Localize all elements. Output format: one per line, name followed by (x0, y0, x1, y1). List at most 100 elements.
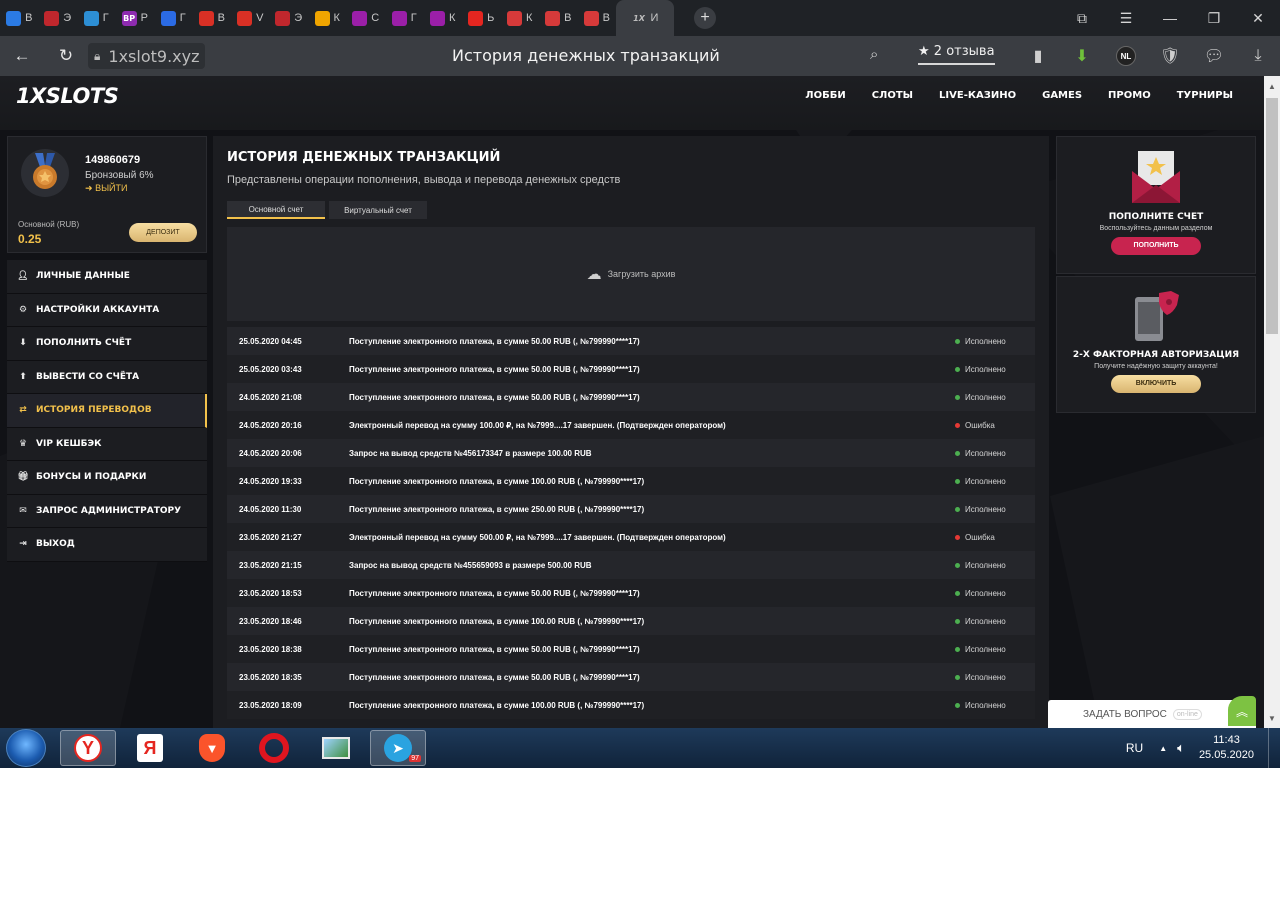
menu-icon[interactable]: ☰ (1104, 0, 1148, 36)
yandex-shield-icon (6, 10, 22, 26)
browser-tab-active[interactable]: 1X И (616, 0, 674, 36)
minimize-button[interactable]: — (1148, 0, 1192, 36)
browser-tab[interactable]: С (347, 0, 386, 36)
nav-link[interactable]: ПРОМО (1108, 90, 1151, 101)
site-logo[interactable]: 1XSLOTS (16, 84, 119, 108)
logout-link[interactable]: ➜ ВЫЙТИ (85, 183, 127, 194)
yandex-browser-icon: Y (74, 734, 102, 762)
opera-taskbar[interactable] (246, 730, 302, 766)
side-menu-item[interactable]: ⇥ ВЫХОД (7, 528, 207, 562)
tx-status: Исполнено (955, 645, 1006, 654)
table-row: 23.05.2020 18:53 Поступление электронного… (227, 579, 1035, 607)
browser-tab[interactable]: Э (270, 0, 309, 36)
profile-card: 149860679 Бронзовый 6% ➜ ВЫЙТИ Основной … (7, 136, 207, 253)
language-indicator[interactable]: RU (1126, 741, 1143, 755)
tx-status: Исполнено (955, 617, 1006, 626)
tray-expand-icon[interactable]: ▲ (1159, 744, 1167, 753)
deposit-button[interactable]: ДЕПОЗИТ (129, 223, 197, 242)
browser-tab[interactable]: К (308, 0, 347, 36)
browser-tab[interactable]: Э (39, 0, 78, 36)
download-ext-icon[interactable]: ⬇ (1060, 36, 1104, 76)
back-button[interactable]: ← (0, 36, 44, 76)
tx-date: 24.05.2020 11:30 (239, 504, 302, 514)
reviews-button[interactable]: ★ 2 отзыва (918, 44, 995, 65)
shield-icon[interactable]: 🛡︎ (1148, 36, 1192, 76)
browser-tab[interactable]: Ь (462, 0, 501, 36)
collections-icon[interactable]: ⧉ (1060, 0, 1104, 36)
side-menu-item[interactable]: ♛ VIP КЕШБЭК (7, 427, 207, 461)
clock[interactable]: 11:43 25.05.2020 (1199, 733, 1254, 763)
browser-tab[interactable]: В (539, 0, 578, 36)
status-dot-icon (955, 590, 960, 596)
status-dot-icon (955, 646, 960, 652)
volume-icon[interactable]: 🔈︎ (1177, 740, 1185, 756)
scroll-down-icon[interactable]: ▼ (1264, 710, 1280, 726)
new-tab-button[interactable]: + (694, 7, 716, 29)
tx-date: 23.05.2020 21:15 (239, 560, 302, 570)
nav-link[interactable]: LIVE-КАЗИНО (939, 90, 1016, 101)
browser-tab[interactable]: Г (77, 0, 116, 36)
browser-tab[interactable]: К (501, 0, 540, 36)
browser-tab[interactable]: ВР Р (116, 0, 155, 36)
yandex-browser-taskbar[interactable]: Y (60, 730, 116, 766)
page-scrollbar[interactable]: ▲ ▼ (1264, 76, 1280, 728)
show-desktop-button[interactable] (1268, 728, 1280, 768)
tab-main-account[interactable]: Основной счет (227, 201, 325, 219)
w-icon (352, 10, 368, 26)
side-menu: 👤︎ ЛИЧНЫЕ ДАННЫЕ ⚙︎ НАСТРОЙКИ АККАУНТА ⬇ ПОПО… (7, 260, 207, 562)
bookmark-icon[interactable]: ▮ (1016, 36, 1060, 76)
side-menu-item[interactable]: ⇄ ИСТОРИЯ ПЕРЕВОДОВ (7, 394, 207, 428)
downloads-icon[interactable]: ⤓ (1236, 36, 1280, 76)
chat-widget[interactable]: ЗАДАТЬ ВОПРОС on-line ︽ (1048, 696, 1256, 728)
url-field[interactable]: 🔒︎ 1xslot9.xyz (88, 43, 206, 69)
brave-taskbar[interactable]: ▼ (184, 730, 240, 766)
image-viewer-taskbar[interactable] (308, 730, 364, 766)
side-menu-item[interactable]: ⚙︎ НАСТРОЙКИ АККАУНТА (7, 293, 207, 327)
promo-2fa-button[interactable]: ВКЛЮЧИТЬ (1111, 375, 1201, 393)
start-button[interactable] (6, 729, 46, 767)
close-button[interactable]: ✕ (1236, 0, 1280, 36)
side-menu-item[interactable]: ⬆ ВЫВЕСТИ СО СЧЁТА (7, 360, 207, 394)
nav-link[interactable]: СЛОТЫ (872, 90, 913, 101)
side-menu-item[interactable]: 👤︎ ЛИЧНЫЕ ДАННЫЕ (7, 260, 207, 294)
search-icon[interactable]: ⌕ (870, 46, 878, 63)
vpn-nl-icon[interactable]: NL (1104, 36, 1148, 76)
browser-tab[interactable]: Г (385, 0, 424, 36)
scroll-thumb[interactable] (1266, 98, 1278, 334)
browser-tab[interactable]: К (424, 0, 463, 36)
user-level: Бронзовый 6% (85, 170, 154, 181)
side-menu-item[interactable]: ✉︎ ЗАПРОС АДМИНИСТРАТОРУ (7, 494, 207, 528)
table-row: 23.05.2020 18:09 Поступление электронного… (227, 691, 1035, 719)
side-menu-item[interactable]: 🎁︎ БОНУСЫ И ПОДАРКИ (7, 461, 207, 495)
yandex-taskbar[interactable]: Я (122, 730, 178, 766)
table-row: 24.05.2020 11:30 Поступление электронного… (227, 495, 1035, 523)
browser-tab[interactable]: В (193, 0, 232, 36)
browser-tab[interactable]: Г (154, 0, 193, 36)
maximize-button[interactable]: ❐ (1192, 0, 1236, 36)
nav-link[interactable]: ТУРНИРЫ (1177, 90, 1233, 101)
reload-button[interactable]: ↻ (44, 36, 88, 76)
browser-tab[interactable]: V (231, 0, 270, 36)
balance-label: Основной (RUB) (18, 220, 80, 229)
user-icon: 👤︎ (17, 271, 29, 282)
tx-status: Исполнено (955, 561, 1006, 570)
telegram-taskbar[interactable]: ➤ 97 (370, 730, 426, 766)
tx-description: Поступление электронного платежа, в сумм… (349, 616, 645, 626)
browser-tab[interactable]: В (0, 0, 39, 36)
tx-date: 24.05.2020 20:16 (239, 420, 302, 430)
status-dot-icon (955, 422, 960, 428)
browser-tab[interactable]: В (578, 0, 617, 36)
archive-download-button[interactable]: ☁︎ Загрузить архив (227, 227, 1035, 321)
status-dot-icon (955, 618, 960, 624)
side-menu-item[interactable]: ⬇ ПОПОЛНИТЬ СЧЁТ (7, 327, 207, 361)
tab-virtual-account[interactable]: Виртуальный счет (329, 201, 427, 219)
translate-icon[interactable]: 💬︎ (1192, 36, 1236, 76)
promo-deposit-button[interactable]: ПОПОЛНИТЬ (1111, 237, 1201, 255)
scroll-up-icon[interactable]: ▲ (1264, 78, 1280, 94)
browser-toolbar-icons: ▮ ⬇ NL 🛡︎ 💬︎ ⤓ (1016, 36, 1280, 76)
nav-link[interactable]: GAMES (1042, 90, 1082, 101)
tx-status: Исполнено (955, 337, 1006, 346)
tx-description: Электронный перевод на сумму 100.00 ₽, н… (349, 420, 726, 430)
nav-link[interactable]: ЛОББИ (805, 90, 845, 101)
chevron-up-icon[interactable]: ︽ (1228, 696, 1256, 726)
